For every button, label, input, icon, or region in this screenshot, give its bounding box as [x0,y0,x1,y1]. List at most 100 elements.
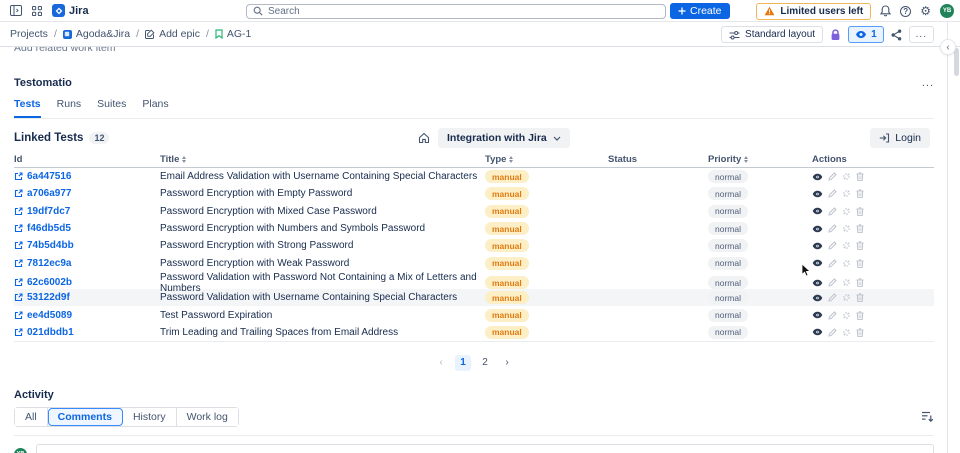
previous-page-button[interactable]: ‹ [433,355,449,371]
watchers-button[interactable]: 1 [848,26,884,43]
test-id-link[interactable]: ee4d5089 [14,310,160,321]
edit-test-button[interactable] [828,278,837,287]
test-id-link[interactable]: f46db5d5 [14,223,160,234]
eye-icon [812,225,823,233]
testomatio-more-button[interactable]: ... [922,77,934,89]
integration-dropdown[interactable]: Integration with Jira [438,128,570,148]
page-2-button[interactable]: 2 [477,355,493,371]
vertical-scrollbar[interactable] [954,48,959,76]
external-link-icon [14,241,23,250]
edit-test-button[interactable] [828,258,837,268]
edit-test-button[interactable] [828,189,837,199]
view-test-button[interactable] [812,328,823,336]
test-id-link[interactable]: 62c6002b [14,277,160,288]
view-test-button[interactable] [812,279,823,287]
view-test-button[interactable] [812,173,823,181]
unlink-test-button[interactable] [842,172,851,181]
test-id-link[interactable]: a706a977 [14,188,160,199]
delete-test-button[interactable] [856,172,864,182]
activity-tab-history[interactable]: History [122,407,177,426]
unlink-test-button[interactable] [842,328,851,337]
breadcrumb-issue[interactable]: AG-1 [215,28,251,40]
delete-test-button[interactable] [856,293,864,303]
tab-plans[interactable]: Plans [142,98,168,118]
testomatio-home-button[interactable] [418,132,430,144]
view-test-button[interactable] [812,207,823,215]
test-id-link[interactable]: 74b5d4bb [14,240,160,251]
view-test-button[interactable] [812,259,823,267]
delete-test-button[interactable] [856,310,864,320]
edit-test-button[interactable] [828,224,837,233]
linked-tests-title: Linked Tests [14,132,84,144]
notifications-button[interactable] [880,5,892,17]
view-test-button[interactable] [812,242,823,250]
edit-test-button[interactable] [828,310,837,320]
edit-test-button[interactable] [828,241,837,250]
standard-layout-button[interactable]: Standard layout [721,26,824,43]
delete-test-button[interactable] [856,241,864,251]
breadcrumb-project[interactable]: Agoda&Jira [62,28,130,40]
page-1-button[interactable]: 1 [455,354,471,371]
delete-test-button[interactable] [856,278,864,288]
sort-newest-first-button[interactable] [921,411,934,423]
col-header-priority[interactable]: Priority [708,154,812,165]
test-id-link[interactable]: 6a447516 [14,171,160,182]
sidebar-toggle-button[interactable] [10,5,22,16]
unlink-test-button[interactable] [842,224,851,233]
comment-editor[interactable]: Add a comment... Looks good! Need help? [36,443,934,453]
delete-test-button[interactable] [856,207,864,216]
view-test-button[interactable] [812,294,823,302]
edit-test-button[interactable] [828,328,837,337]
view-test-button[interactable] [812,190,823,198]
delete-test-button[interactable] [856,328,864,337]
test-id-link[interactable]: 7812ec9a [14,258,160,269]
share-button[interactable] [891,29,902,41]
issue-more-actions-button[interactable]: ... [908,26,934,43]
delete-test-button[interactable] [856,189,864,199]
col-header-type[interactable]: Type [485,154,608,165]
unlink-test-button[interactable] [842,189,851,198]
create-button[interactable]: Create [670,3,730,19]
login-button[interactable]: Login [870,128,930,148]
unlink-test-button[interactable] [842,293,851,302]
test-id-link[interactable]: 021dbdb1 [14,327,160,338]
app-switcher-button[interactable] [32,5,42,16]
trash-icon [856,172,864,182]
test-id-link[interactable]: 53122d9f [14,292,160,303]
collapse-panel-button[interactable]: ‹ [940,39,956,55]
view-test-button[interactable] [812,311,823,319]
unlink-icon [842,207,851,216]
view-test-button[interactable] [812,225,823,233]
profile-button[interactable]: YB [940,4,954,18]
tab-runs[interactable]: Runs [57,98,82,118]
activity-tab-comments[interactable]: Comments [47,407,123,426]
breadcrumb-add-epic[interactable]: Add epic [145,28,200,40]
global-search-input[interactable]: Search [246,3,666,19]
col-header-status[interactable]: Status [608,154,708,165]
tab-tests[interactable]: Tests [14,98,41,118]
edit-test-button[interactable] [828,293,837,302]
unlink-test-button[interactable] [842,207,851,216]
activity-tab-worklog[interactable]: Work log [176,407,238,426]
jira-home-link[interactable]: Jira [52,4,89,17]
unlink-test-button[interactable] [842,278,851,287]
test-id-link[interactable]: 19df7dc7 [14,206,160,217]
limited-users-button[interactable]: Limited users left [756,2,872,20]
unlink-test-button[interactable] [842,259,851,268]
settings-button[interactable]: ⚙ [920,5,931,17]
restrictions-button[interactable] [830,28,841,41]
help-button[interactable]: ? [900,5,912,17]
activity-tab-all[interactable]: All [15,407,48,426]
delete-test-button[interactable] [856,258,864,268]
edit-test-button[interactable] [828,207,837,216]
delete-test-button[interactable] [856,224,864,233]
col-header-id[interactable]: Id [14,154,160,165]
breadcrumb-projects[interactable]: Projects [10,28,48,40]
unlink-test-button[interactable] [842,311,851,320]
unlink-test-button[interactable] [842,241,851,250]
type-badge: manual [485,204,529,218]
col-header-title[interactable]: Title [160,154,485,165]
next-page-button[interactable]: › [499,355,515,371]
edit-test-button[interactable] [828,172,837,181]
tab-suites[interactable]: Suites [97,98,126,118]
